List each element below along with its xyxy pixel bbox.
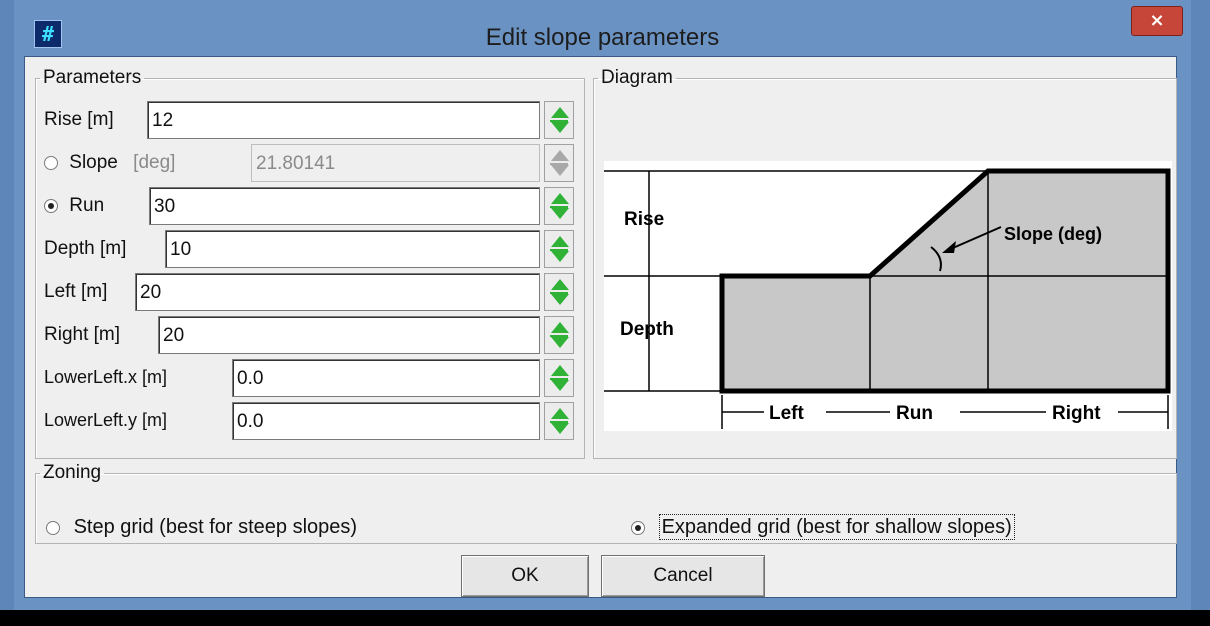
right-input[interactable]: 20 (158, 316, 540, 354)
spin-down-icon[interactable] (551, 380, 569, 391)
lowerleft-y-label: LowerLeft.y [m] (44, 410, 168, 430)
spin-down-icon[interactable] (551, 294, 569, 305)
zoning-legend: Zoning (43, 462, 102, 483)
depth-spinner[interactable] (544, 230, 574, 268)
spin-down-icon[interactable] (551, 251, 569, 262)
spin-up-icon[interactable] (551, 150, 569, 161)
lowerleft-x-label: LowerLeft.x [m] (44, 367, 168, 387)
left-input[interactable]: 20 (135, 273, 540, 311)
run-label: Run (69, 195, 105, 216)
rise-label: Rise [m] (44, 109, 114, 130)
zoning-group: Zoning Step grid (best for steep slopes)… (35, 462, 1177, 544)
edit-slope-dialog: # Edit slope parameters × Parameters Ris… (14, 0, 1191, 610)
dialog-body: Parameters Rise [m] 12 Slope [deg] 21.80… (24, 56, 1177, 598)
lowerleft-x-input[interactable]: 0.0 (232, 359, 540, 397)
step-grid-option[interactable]: Step grid (best for steep slopes) (46, 516, 357, 539)
spin-up-icon[interactable] (551, 408, 569, 419)
depth-label: Depth [m] (44, 238, 127, 259)
parameters-group: Parameters Rise [m] 12 Slope [deg] 21.80… (35, 67, 585, 459)
ok-button[interactable]: OK (461, 555, 589, 597)
right-spinner[interactable] (544, 316, 574, 354)
spin-up-icon[interactable] (551, 193, 569, 204)
depth-input[interactable]: 10 (165, 230, 540, 268)
run-spinner[interactable] (544, 187, 574, 225)
expanded-grid-label: Expanded grid (best for shallow slopes) (658, 514, 1015, 540)
diagram-slope-label: Slope (deg) (1004, 224, 1102, 244)
slope-radio[interactable] (44, 155, 58, 170)
desktop-background: # Edit slope parameters × Parameters Ris… (0, 0, 1210, 610)
spin-down-icon[interactable] (551, 165, 569, 176)
lowerleft-x-spinner[interactable] (544, 359, 574, 397)
slope-row: Slope [deg] 21.80141 (44, 142, 574, 182)
spin-up-icon[interactable] (551, 322, 569, 333)
diagram-right-label: Right (1052, 403, 1101, 424)
run-row: Run 30 (44, 185, 574, 225)
title-bar: # Edit slope parameters × (14, 0, 1191, 56)
spin-up-icon[interactable] (551, 279, 569, 290)
slope-diagram: Rise Depth Slope (deg) Left Run Right (604, 161, 1172, 431)
cancel-button[interactable]: Cancel (601, 555, 765, 597)
slope-label: Slope (69, 152, 118, 173)
rise-input[interactable]: 12 (147, 101, 540, 139)
rise-row: Rise [m] 12 (44, 99, 574, 139)
step-grid-radio[interactable] (46, 520, 60, 535)
window-title: Edit slope parameters (485, 24, 720, 51)
spin-down-icon[interactable] (551, 122, 569, 133)
spin-down-icon[interactable] (551, 337, 569, 348)
lowerleft-y-row: LowerLeft.y [m] 0.0 (44, 400, 574, 440)
run-input[interactable]: 30 (149, 187, 540, 225)
diagram-depth-label: Depth (620, 319, 674, 340)
spin-up-icon[interactable] (551, 236, 569, 247)
lowerleft-x-row: LowerLeft.x [m] 0.0 (44, 357, 574, 397)
step-grid-label: Step grid (best for steep slopes) (73, 516, 358, 538)
slope-spinner[interactable] (544, 144, 574, 182)
slope-shape (719, 168, 1171, 394)
expanded-grid-option[interactable]: Expanded grid (best for shallow slopes) (631, 514, 1015, 540)
lowerleft-y-spinner[interactable] (544, 402, 574, 440)
diagram-run-label: Run (896, 403, 933, 424)
slope-input[interactable]: 21.80141 (251, 144, 540, 182)
left-row: Left [m] 20 (44, 271, 574, 311)
slope-unit: [deg] (133, 152, 176, 173)
diagram-legend: Diagram (601, 67, 673, 88)
slope-diagram-svg: Rise Depth Slope (deg) Left Run Right (604, 168, 1171, 429)
diagram-left-label: Left (769, 403, 805, 424)
right-label: Right [m] (44, 324, 121, 345)
depth-row: Depth [m] 10 (44, 228, 574, 268)
spin-down-icon[interactable] (551, 423, 569, 434)
right-row: Right [m] 20 (44, 314, 574, 354)
left-spinner[interactable] (544, 273, 574, 311)
spin-up-icon[interactable] (551, 365, 569, 376)
lowerleft-y-input[interactable]: 0.0 (232, 402, 540, 440)
spin-up-icon[interactable] (551, 107, 569, 118)
parameters-legend: Parameters (43, 67, 142, 88)
run-radio[interactable] (44, 198, 58, 213)
diagram-rise-label: Rise (624, 209, 664, 230)
rise-spinner[interactable] (544, 101, 574, 139)
expanded-grid-radio[interactable] (631, 520, 645, 535)
diagram-group: Diagram Rise Depth Slope (deg) Left Run … (593, 67, 1177, 459)
close-button[interactable]: × (1131, 6, 1183, 36)
left-label: Left [m] (44, 281, 108, 302)
spin-down-icon[interactable] (551, 208, 569, 219)
